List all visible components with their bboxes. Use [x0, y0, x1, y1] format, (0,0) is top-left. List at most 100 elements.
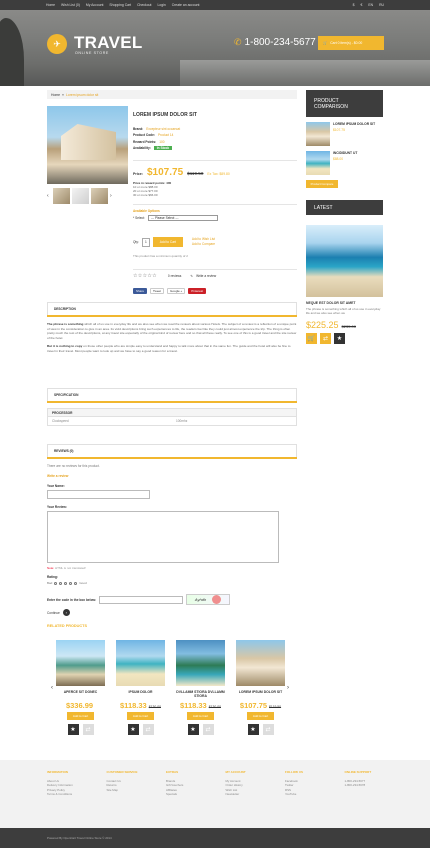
footer-link[interactable]: YouTube — [285, 792, 324, 797]
reviews-link[interactable]: 0 reviews — [168, 274, 181, 278]
review-text-area[interactable] — [47, 511, 279, 563]
sidebar: PRODUCT COMPARISON LOREM IPSUM DOLOR SIT… — [306, 90, 383, 344]
review-continue[interactable]: Continue › — [47, 609, 70, 616]
related-image[interactable] — [236, 640, 285, 686]
related-add-cart-button[interactable]: Add to Cart — [247, 712, 274, 720]
related-image[interactable] — [56, 640, 105, 686]
lang-ru[interactable]: RU — [379, 3, 384, 7]
breadcrumb-home[interactable]: Home — [51, 93, 60, 97]
thumbnail[interactable] — [72, 188, 89, 204]
related-name[interactable]: Dvllamm stiora dvllamm stiora — [175, 690, 226, 701]
star-icon[interactable]: ★ — [127, 724, 139, 735]
cart-label: Cart 0 item(s) - $0.00 — [330, 41, 363, 45]
star-icon[interactable]: ★ — [247, 724, 259, 735]
add-to-cart-row: Qty: 1 Add to Cart Add to Wish List Add … — [133, 237, 216, 247]
min-qty-note: This product has a minimum quantity of 2 — [133, 254, 188, 258]
compare-name[interactable]: INCIDIDUNT UT — [333, 151, 357, 155]
quantity-input[interactable]: 1 — [141, 237, 150, 247]
compare-image[interactable] — [306, 122, 330, 146]
related-add-cart-button[interactable]: Add to Cart — [127, 712, 154, 720]
compare-icon[interactable]: ⇄ — [262, 724, 274, 735]
add-compare-link[interactable]: Add to Compare — [192, 242, 215, 247]
compare-icon[interactable]: ⇄ — [320, 333, 331, 344]
related-add-cart-button[interactable]: Add to Cart — [67, 712, 94, 720]
compare-icon[interactable]: ⇄ — [142, 724, 154, 735]
related-card: Dvllamm stiora dvllamm stiora $118.33 $13… — [175, 640, 226, 735]
tab-underline — [47, 457, 297, 459]
brand-link[interactable]: Excepteur sint occaecat — [146, 127, 180, 131]
thumbnail[interactable] — [53, 188, 70, 204]
nav-login[interactable]: Login — [157, 3, 165, 7]
arrow-right-icon[interactable]: › — [62, 609, 70, 616]
currency-eur[interactable]: € — [360, 3, 362, 7]
rating-radio[interactable] — [54, 581, 58, 585]
rating-radio[interactable] — [74, 581, 78, 585]
related-add-cart-button[interactable]: Add to Cart — [187, 712, 214, 720]
related-name[interactable]: Aperce sit donec — [64, 690, 98, 701]
compare-icon[interactable]: ⇄ — [82, 724, 94, 735]
thumb-next-icon[interactable]: › — [110, 193, 114, 199]
compare-name[interactable]: LOREM IPSUM DOLOR SIT — [333, 122, 375, 126]
footer-col-service: Customer Service Contact Us Returns Site… — [107, 770, 146, 828]
latest-heading: LATEST — [306, 200, 383, 215]
related-title: RELATED PRODUCTS — [47, 624, 88, 628]
footer-link[interactable]: Specials — [166, 792, 205, 797]
captcha-image: Ayhdh — [186, 594, 231, 605]
rating-radio[interactable] — [69, 581, 73, 585]
related-image[interactable] — [116, 640, 165, 686]
nav-cart[interactable]: Shopping Cart — [109, 3, 131, 7]
tab-review[interactable]: REVIEWS (0) — [47, 444, 297, 458]
price-old: $119.50 — [187, 171, 204, 176]
tab-specification[interactable]: SPECIFICATION — [47, 388, 297, 402]
write-review-link[interactable]: Write a review — [196, 274, 216, 278]
logo[interactable]: TRAVEL — [74, 33, 143, 53]
compare-icon[interactable]: ⇄ — [202, 724, 214, 735]
related-prev-icon[interactable]: ‹ — [51, 685, 53, 691]
latest-name[interactable]: NEQUE EST DOLOR SIT AMET — [306, 301, 383, 305]
star-icon[interactable]: ★ — [187, 724, 199, 735]
latest-image[interactable] — [306, 225, 383, 297]
breadcrumb-current[interactable]: Lorem ipsum dolor sit — [66, 93, 98, 97]
tab-description[interactable]: DESCRIPTION — [47, 302, 297, 316]
captcha-input[interactable] — [99, 595, 184, 604]
product-title: LOREM IPSUM DOLOR SIT — [133, 112, 197, 118]
review-name-input[interactable] — [47, 490, 150, 499]
nav-home[interactable]: Home — [46, 3, 55, 7]
product-compare-button[interactable]: Product Compare — [306, 180, 338, 188]
cart-button[interactable]: 🛒 Cart 0 item(s) - $0.00 — [318, 36, 384, 50]
rating-radio[interactable] — [64, 581, 68, 585]
google-plus-button[interactable]: Google + — [167, 288, 186, 294]
rating-radio[interactable] — [59, 581, 63, 585]
star-icon[interactable]: ★ — [67, 724, 79, 735]
related-name[interactable]: Lorem ipsum dolor sit — [239, 690, 282, 701]
star-icon[interactable]: ★ — [334, 333, 345, 344]
nav-register[interactable]: Create an account — [172, 3, 200, 7]
plane-icon[interactable]: ✈ — [47, 34, 67, 54]
pinterest-button[interactable]: Pinterest — [188, 288, 207, 294]
related-name[interactable]: Ipsum dolor — [129, 690, 153, 701]
phone-number: 1-800-234-5677 — [244, 37, 316, 48]
currency-usd[interactable]: $ — [353, 3, 355, 7]
thumb-prev-icon[interactable]: ‹ — [47, 193, 51, 199]
nav-account[interactable]: My Account — [86, 3, 104, 7]
footer-link[interactable]: Site Map — [107, 788, 146, 793]
option-select[interactable]: --- Please Select --- — [147, 215, 218, 221]
footer-link[interactable]: Newsletter — [226, 792, 265, 797]
write-review-heading: Write a review — [47, 474, 69, 478]
facebook-share-button[interactable]: Share — [133, 288, 148, 294]
related-image[interactable] — [176, 640, 225, 686]
tweet-button[interactable]: Tweet — [150, 288, 165, 294]
sea-backdrop — [180, 60, 430, 86]
footer-link[interactable]: Terms & Conditions — [47, 792, 86, 797]
product-options: Available Options * Select: --- Please S… — [133, 204, 297, 221]
lang-en[interactable]: EN — [368, 3, 373, 7]
thumbnail[interactable] — [91, 188, 108, 204]
nav-checkout[interactable]: Checkout — [137, 3, 151, 7]
nav-wishlist[interactable]: Wish List (0) — [61, 3, 80, 7]
product-main-image[interactable] — [47, 106, 128, 184]
cart-icon[interactable]: 🛒 — [306, 333, 317, 344]
reward-points: 100 — [159, 139, 165, 144]
header-phone: ✆ 1-800-234-5677 — [234, 37, 316, 48]
add-to-cart-button[interactable]: Add to Cart — [152, 237, 183, 247]
compare-image[interactable] — [306, 151, 330, 175]
